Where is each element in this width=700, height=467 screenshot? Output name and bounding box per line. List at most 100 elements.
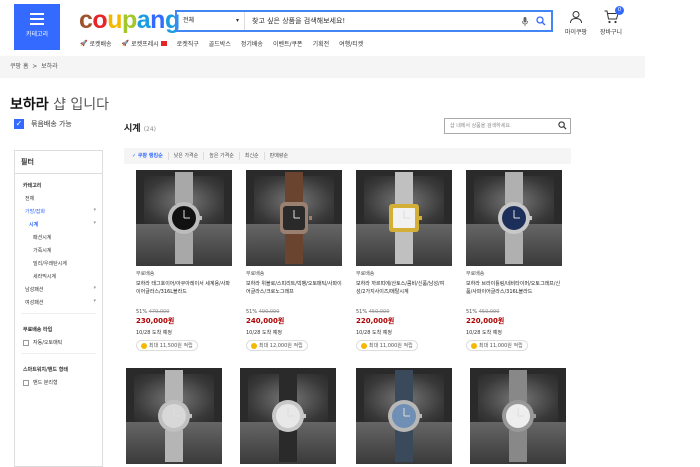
divider [21, 313, 96, 314]
product-image[interactable] [356, 368, 452, 464]
product-name[interactable]: 보하라 위블로/스피리트/빅뱅/오토매틱/사파이어글라스/크로노그래프 [246, 280, 342, 306]
checkbox-icon[interactable] [23, 379, 29, 386]
category-item[interactable]: 남성패션 ▾ [15, 283, 102, 296]
search-icon[interactable] [531, 12, 551, 30]
sort-option[interactable]: 판매량순 [265, 152, 293, 160]
product-image[interactable] [356, 170, 452, 266]
chevron-down-icon[interactable]: ▾ [93, 207, 96, 213]
search-icon[interactable] [558, 121, 567, 136]
category-item[interactable]: 전체 [15, 192, 102, 205]
sub-navigation: 🚀 로켓배송 🚀 로켓프레시 로켓직구 골드박스 정기배송 이벤트/쿠폰 기획전 여행/티켓 [80, 39, 363, 48]
cart-label: 장바구니 [600, 29, 623, 36]
subnav-label: 로켓프레시 [131, 41, 159, 48]
sort-option[interactable]: 낮은 가격순 [169, 152, 205, 160]
product-card[interactable] [126, 368, 222, 464]
sort-option[interactable]: 최신순 [240, 152, 265, 160]
product-name[interactable]: 보하라 태그호이어/아쿠아레이서 세계용/사파이어글라스/316L블라드 [136, 280, 232, 306]
shop-search-input[interactable]: 샵 내에서 상품을 검색하세요. [444, 118, 571, 134]
category-item[interactable]: 가방/잡화 ▾ [15, 205, 102, 218]
logo-letter: n [150, 6, 165, 34]
sort-bar: ✓ 쿠팡 랭킹순 낮은 가격순 높은 가격순 최신순 판매량순 [124, 148, 571, 164]
search-input[interactable] [245, 12, 519, 30]
reward-text: 최대 11,000원 적립 [479, 343, 523, 349]
category-item[interactable]: 시계 ▾ [15, 218, 102, 231]
category-item[interactable]: 가죽시계 [15, 244, 102, 257]
bundle-shipping-label: 묶음배송 가능 [31, 120, 72, 128]
coin-icon [251, 342, 257, 349]
category-item[interactable]: 여성패션 ▾ [15, 296, 102, 309]
product-card[interactable]: 무료배송 보하라 태그호이어/아쿠아레이서 세계용/사파이어글라스/316L블라… [136, 170, 232, 351]
product-name[interactable]: 보하라 까르띠에/산토스/콤비/신품/남성/여성/2가지사이즈/메탈시계 [356, 280, 452, 306]
category-label: 시계 [29, 222, 39, 228]
subnav-item[interactable]: 여행/티켓 [339, 39, 363, 48]
shop-name: 보하라 [10, 97, 49, 113]
sort-option[interactable]: ✓ 쿠팡 랭킹순 [127, 152, 169, 160]
breadcrumb-current[interactable]: 보하라 [41, 63, 58, 70]
shipping-option-label: 자동/오토매틱 [33, 340, 63, 346]
product-price: 240,000원 [246, 317, 285, 325]
cart-button[interactable]: 0 장바구니 [600, 6, 624, 36]
logo-letter: a [136, 6, 151, 34]
sort-option[interactable]: 높은 가격순 [204, 152, 240, 160]
chevron-down-icon[interactable]: ▾ [93, 298, 96, 304]
smartwatch-type-title: 스마트워치/밴드 형태 [23, 367, 68, 373]
product-price: 220,000원 [466, 317, 505, 325]
delivery-date: 10/28 도착 예정 [356, 330, 392, 336]
product-card[interactable]: 무료배송 보하라 브라이틀링/네비타이머/오토그래프/신품/사파이어글라스/31… [466, 170, 562, 351]
reward-text: 최대 11,000원 적립 [369, 343, 413, 349]
checkbox-checked-icon[interactable]: ✓ [14, 119, 24, 129]
product-name[interactable]: 보하라 브라이틀링/네비타이머/오토그래프/신품/사파이어글라스/316L블라드 [466, 280, 562, 306]
subnav-item[interactable]: 🚀 로켓배송 [80, 39, 112, 48]
product-card[interactable]: 무료배송 보하라 까르띠에/산토스/콤비/신품/남성/여성/2가지사이즈/메탈시… [356, 170, 452, 351]
product-card[interactable] [356, 368, 452, 464]
category-item[interactable]: 패션시계 [15, 231, 102, 244]
logo-letter: c [79, 6, 93, 34]
product-image[interactable] [240, 368, 336, 464]
reward-text: 최대 11,500원 적립 [149, 343, 193, 349]
original-price: 490,000 [258, 309, 280, 315]
reward-badge: 최대 11,000원 적립 [466, 340, 528, 351]
original-price: 470,000 [148, 309, 170, 315]
discount-row: 51% 450,000 [466, 309, 562, 315]
discount-rate: 51% [246, 309, 258, 315]
product-image[interactable] [246, 170, 342, 266]
shipping-option[interactable]: 자동/오토매틱 [15, 336, 102, 349]
subnav-item[interactable]: 기획전 [313, 39, 330, 48]
new-badge-icon [160, 41, 167, 46]
shop-title: 보하라 샵 입니다 [10, 94, 109, 114]
checkbox-icon[interactable] [23, 339, 29, 346]
my-coupang-button[interactable]: 마이쿠팡 [565, 10, 587, 36]
subnav-item[interactable]: 🚀 로켓프레시 [122, 39, 167, 48]
coin-icon [141, 342, 147, 349]
product-card[interactable] [240, 368, 336, 464]
subnav-item[interactable]: 정기배송 [241, 39, 263, 48]
chevron-down-icon[interactable]: ▾ [93, 220, 96, 226]
category-label: 전체 [25, 196, 35, 202]
subnav-item[interactable]: 이벤트/쿠폰 [273, 39, 303, 48]
chevron-down-icon[interactable]: ▾ [93, 285, 96, 291]
product-image[interactable] [136, 170, 232, 266]
subnav-label: 로켓배송 [89, 41, 112, 48]
original-price: 450,000 [478, 309, 500, 315]
category-item[interactable]: 빌리/우레탄시계 [15, 257, 102, 270]
product-image[interactable] [470, 368, 566, 464]
smartwatch-option[interactable]: 밴드 분리형 [15, 376, 102, 389]
subnav-item[interactable]: 골드박스 [209, 39, 231, 48]
microphone-icon[interactable] [519, 12, 531, 30]
bundle-shipping-filter[interactable]: ✓ 묶음배송 가능 [14, 119, 72, 129]
search-category-select[interactable]: 전체 ▾ [177, 12, 245, 30]
product-card[interactable] [470, 368, 566, 464]
breadcrumb-home[interactable]: 쿠팡 홈 [10, 63, 28, 70]
subnav-item[interactable]: 로켓직구 [177, 39, 199, 48]
shop-search-placeholder: 샵 내에서 상품을 검색하세요. [450, 123, 512, 129]
shipping-type-title: 무료배송 타입 [23, 327, 53, 333]
product-card[interactable]: 무료배송 보하라 위블로/스피리트/빅뱅/오토매틱/사파이어글라스/크로노그래프… [246, 170, 342, 351]
category-menu-button[interactable]: 카테고리 [14, 4, 60, 50]
reward-badge: 최대 11,000원 적립 [356, 340, 418, 351]
product-image[interactable] [466, 170, 562, 266]
product-image[interactable] [126, 368, 222, 464]
coupang-logo[interactable]: coupang [79, 6, 180, 35]
discount-rate: 51% [356, 309, 368, 315]
category-item[interactable]: 세라믹시계 [15, 270, 102, 283]
discount-row: 51% 490,000 [246, 309, 342, 315]
